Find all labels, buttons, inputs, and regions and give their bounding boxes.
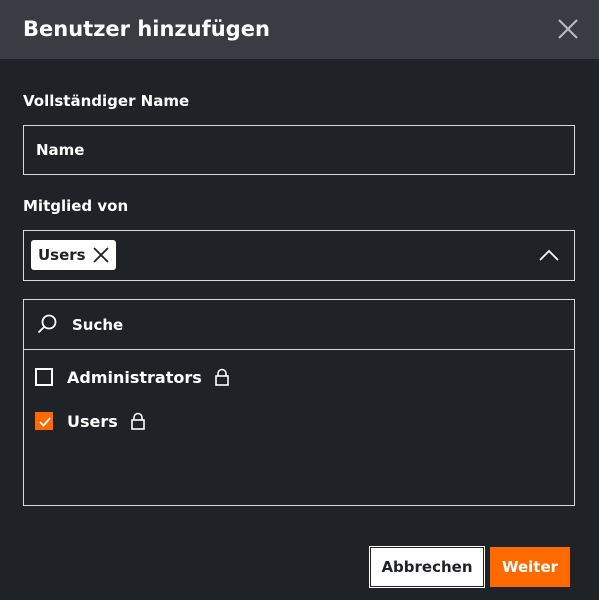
- member-of-label: Mitglied von: [23, 197, 129, 215]
- chip-remove-button[interactable]: [91, 245, 111, 265]
- item-label: Administrators: [67, 367, 202, 387]
- full-name-input[interactable]: [23, 125, 575, 175]
- item-label: Users: [67, 411, 118, 431]
- next-button[interactable]: Weiter: [490, 547, 570, 587]
- dropdown-toggle[interactable]: [538, 247, 560, 263]
- search-input[interactable]: [72, 300, 562, 349]
- close-icon: [558, 19, 578, 39]
- search-icon: [37, 314, 57, 334]
- list-item-administrators[interactable]: Administrators: [35, 364, 230, 390]
- selected-group-chip: Users: [31, 240, 116, 270]
- chip-label: Users: [38, 246, 86, 264]
- checkmark-icon: [39, 417, 51, 427]
- checkbox-administrators[interactable]: [35, 368, 53, 386]
- x-icon: [92, 247, 109, 263]
- dialog-title: Benutzer hinzufügen: [23, 17, 270, 41]
- add-user-dialog: Benutzer hinzufügen Vollständiger Name M…: [0, 0, 599, 600]
- chevron-up-icon: [539, 249, 559, 261]
- group-list-panel: Administrators Users: [23, 299, 575, 506]
- dialog-header: Benutzer hinzufügen: [0, 0, 599, 59]
- full-name-label: Vollständiger Name: [23, 92, 190, 110]
- member-of-select[interactable]: Users: [23, 230, 575, 281]
- search-row: [24, 300, 574, 350]
- lock-icon: [130, 412, 145, 430]
- checkbox-users[interactable]: [35, 412, 53, 430]
- cancel-button[interactable]: Abbrechen: [369, 546, 485, 588]
- lock-icon: [214, 368, 229, 386]
- close-button[interactable]: [555, 16, 581, 42]
- list-item-users[interactable]: Users: [35, 408, 146, 434]
